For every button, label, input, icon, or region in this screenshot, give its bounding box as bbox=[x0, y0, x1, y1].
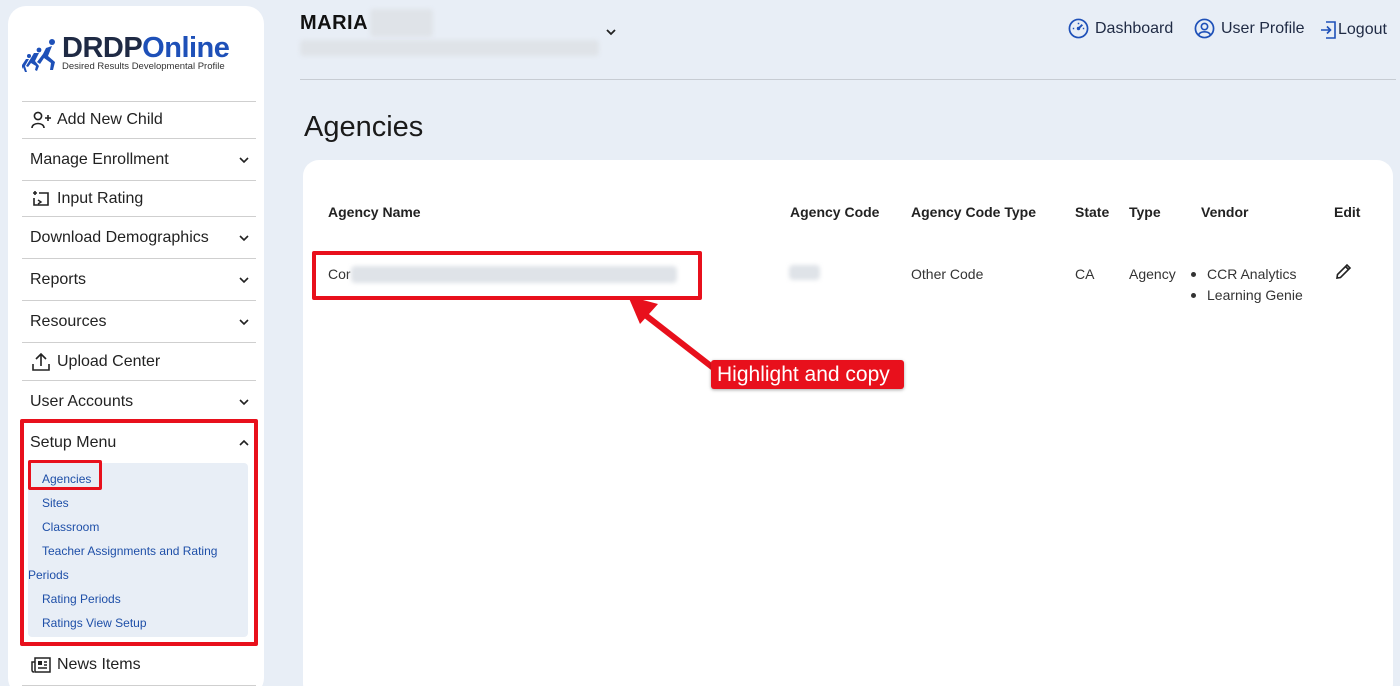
chevron-down-icon bbox=[239, 234, 249, 241]
column-header-type[interactable]: Type bbox=[1129, 204, 1161, 220]
sidebar-item-upload-center[interactable]: Upload Center bbox=[22, 343, 256, 381]
sidebar-item-add-new-child[interactable]: Add New Child bbox=[22, 102, 256, 139]
nav-user-profile-label: User Profile bbox=[1221, 19, 1305, 37]
page-title: Agencies bbox=[304, 111, 424, 143]
sidebar-item-label: Reports bbox=[30, 270, 87, 288]
sidebar-item-reports[interactable]: Reports bbox=[22, 259, 256, 301]
newspaper-icon bbox=[30, 655, 52, 675]
header-divider bbox=[300, 79, 1396, 80]
annotation-box-agencies bbox=[28, 460, 102, 490]
sidebar-item-manage-enrollment[interactable]: Manage Enrollment bbox=[22, 139, 256, 181]
sidebar-item-label: User Accounts bbox=[30, 392, 134, 410]
nav-logout[interactable]: Logout bbox=[1320, 21, 1387, 39]
column-header-state[interactable]: State bbox=[1075, 204, 1109, 220]
agencies-table-card: Agency Name Agency Code Agency Code Type… bbox=[303, 160, 1393, 686]
column-header-edit: Edit bbox=[1334, 204, 1361, 220]
nav-dashboard[interactable]: Dashboard bbox=[1068, 18, 1173, 39]
dashboard-icon bbox=[1068, 18, 1089, 39]
column-header-agency-name[interactable]: Agency Name bbox=[328, 204, 421, 220]
sidebar-item-label: Upload Center bbox=[57, 352, 161, 370]
edit-pencil-icon[interactable] bbox=[1334, 262, 1353, 281]
chevron-down-icon bbox=[239, 156, 249, 163]
chevron-down-icon bbox=[239, 398, 249, 405]
sidebar-item-news-items[interactable]: News Items bbox=[22, 644, 256, 686]
drdp-logo[interactable]: DRDPOnline Desired Results Developmental… bbox=[22, 30, 252, 80]
chevron-down-icon bbox=[239, 318, 249, 325]
sidebar-item-label: Input Rating bbox=[57, 189, 144, 207]
sidebar-item-input-rating[interactable]: Input Rating bbox=[22, 181, 256, 217]
sidebar-item-label: News Items bbox=[57, 655, 141, 673]
redacted-user-lastname bbox=[370, 9, 433, 37]
nav-dashboard-label: Dashboard bbox=[1095, 19, 1174, 37]
logo-subtitle: Desired Results Developmental Profile bbox=[62, 61, 225, 72]
sidebar-item-label: Add New Child bbox=[57, 111, 163, 128]
user-menu-chevron-down-icon[interactable] bbox=[605, 26, 617, 38]
cell-type: Agency bbox=[1129, 266, 1176, 282]
nav-user-profile[interactable]: User Profile bbox=[1194, 18, 1305, 39]
cell-agency-code-type: Other Code bbox=[911, 266, 984, 282]
annotation-box-setup-menu bbox=[20, 419, 258, 646]
logo-figures-icon bbox=[22, 39, 55, 72]
sidebar-item-user-accounts[interactable]: User Accounts bbox=[22, 381, 256, 423]
input-rating-icon bbox=[30, 189, 52, 209]
vendor-item: CCR Analytics bbox=[1189, 266, 1303, 287]
vendor-item: Learning Genie bbox=[1189, 287, 1303, 308]
upload-icon bbox=[30, 352, 52, 372]
sidebar-item-label: Download Demographics bbox=[30, 228, 209, 246]
column-header-agency-code[interactable]: Agency Code bbox=[790, 204, 879, 220]
logout-icon bbox=[1321, 21, 1336, 39]
sidebar-item-label: Manage Enrollment bbox=[30, 150, 169, 168]
user-profile-icon bbox=[1194, 18, 1215, 39]
sidebar-item-download-demographics[interactable]: Download Demographics bbox=[22, 217, 256, 259]
column-header-vendor[interactable]: Vendor bbox=[1201, 204, 1248, 220]
annotation-callout: Highlight and copy bbox=[711, 360, 904, 389]
cell-vendor-list: CCR Analytics Learning Genie bbox=[1189, 266, 1303, 308]
add-user-icon bbox=[30, 110, 52, 130]
sidebar-item-label: Resources bbox=[30, 312, 107, 330]
nav-logout-label: Logout bbox=[1338, 21, 1387, 38]
redacted-user-email bbox=[300, 40, 599, 56]
column-header-agency-code-type[interactable]: Agency Code Type bbox=[911, 204, 1036, 220]
sidebar-item-resources[interactable]: Resources bbox=[22, 301, 256, 343]
user-name[interactable]: MARIA bbox=[300, 12, 368, 35]
redacted-agency-code bbox=[789, 265, 820, 280]
cell-state: CA bbox=[1075, 266, 1095, 282]
chevron-down-icon bbox=[239, 276, 249, 283]
